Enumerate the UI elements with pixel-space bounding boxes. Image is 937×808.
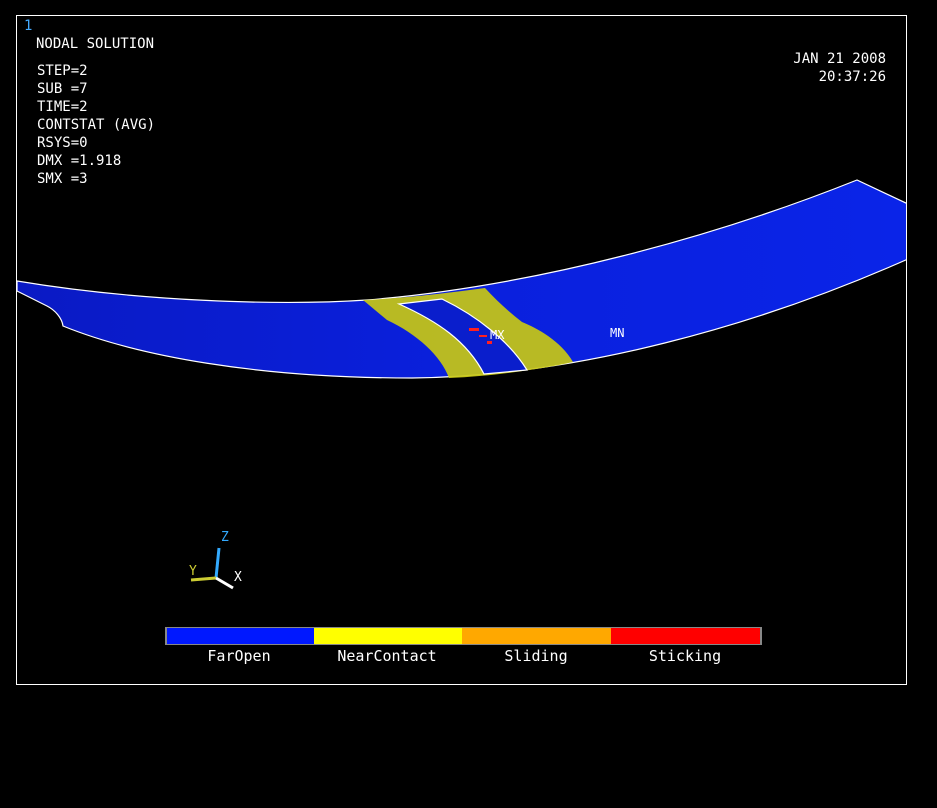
legend-swatch-sticking — [611, 628, 760, 644]
graphics-viewport[interactable]: 1 NODAL SOLUTION STEP=2 SUB =7 TIME=2 CO… — [16, 15, 907, 685]
contact-model — [17, 179, 906, 379]
legend-swatch-faropen — [167, 628, 314, 644]
legend-label-sticking: Sticking — [648, 647, 722, 665]
legend-label-sliding: Sliding — [504, 647, 568, 665]
contact-status-legend: FarOpen NearContact Sliding Sticking — [165, 627, 762, 665]
legend-label-nearcontact: NearContact — [337, 647, 437, 665]
min-marker-label: MN — [610, 326, 625, 340]
coordinate-triad: Z Y X — [177, 526, 267, 596]
axis-y-label: Y — [189, 564, 197, 579]
legend-swatch-nearcontact — [314, 628, 462, 644]
max-marker-label: MX — [490, 328, 505, 342]
legend-swatch-sliding — [462, 628, 611, 644]
axis-z-label: Z — [221, 530, 229, 545]
axis-x-label: X — [234, 570, 242, 585]
legend-label-faropen: FarOpen — [207, 647, 271, 665]
